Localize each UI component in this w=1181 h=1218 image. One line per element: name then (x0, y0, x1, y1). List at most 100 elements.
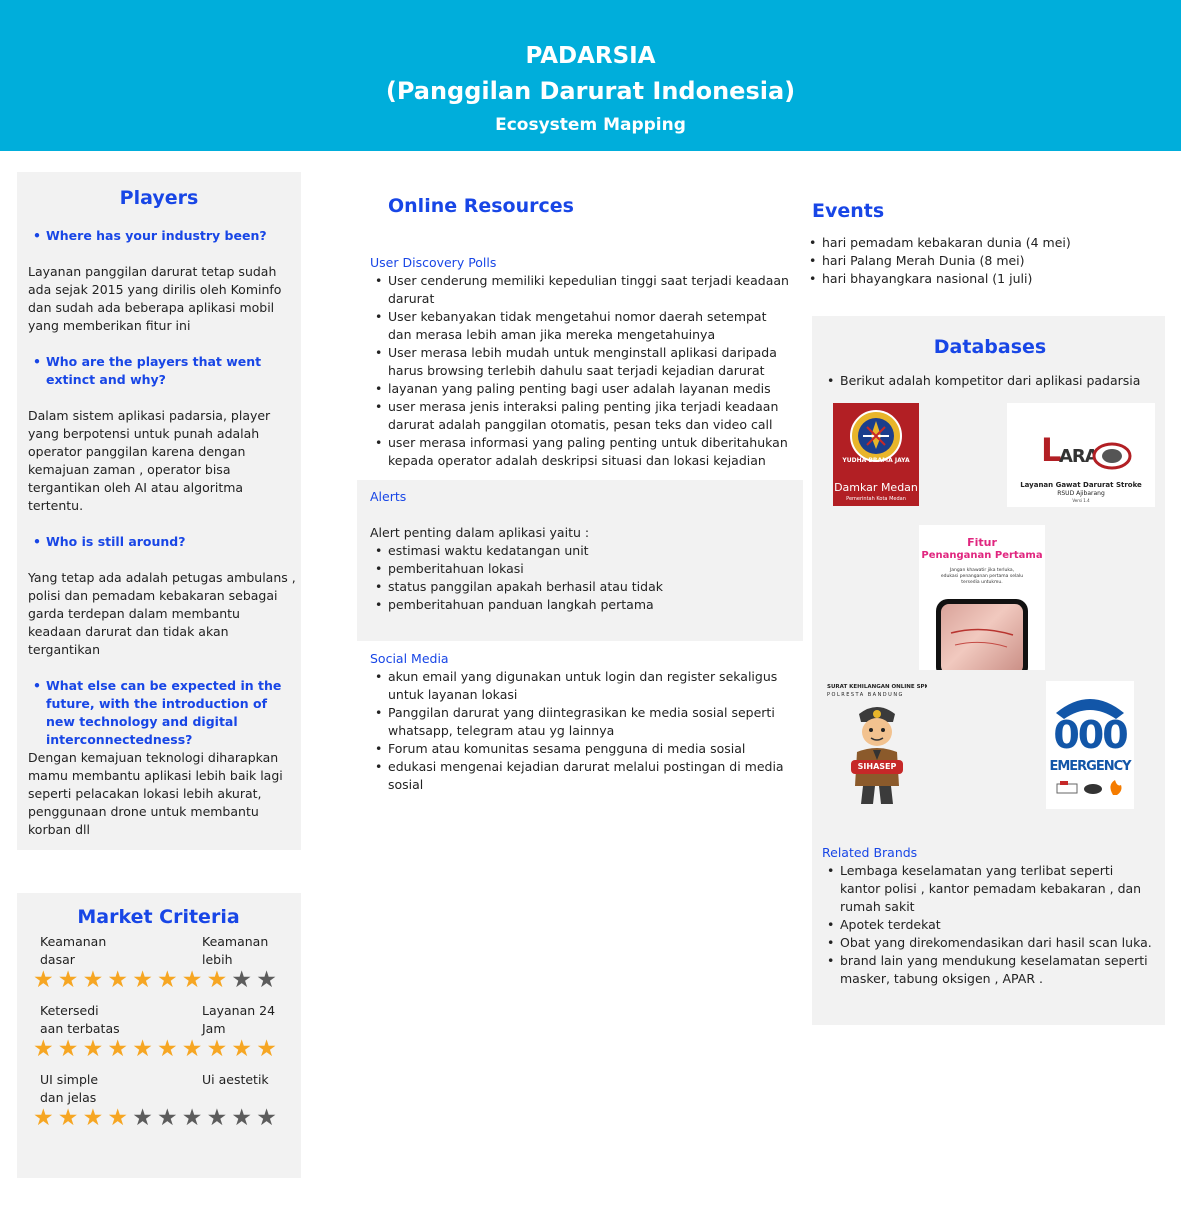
list-item: status panggilan apakah berhasil atau ti… (370, 578, 790, 596)
list-item: edukasi mengenai kejadian darurat melalu… (370, 758, 790, 794)
emergency-vehicles-icon (1056, 780, 1122, 795)
alerts-panel: Alerts Alert penting dalam aplikasi yait… (357, 480, 803, 641)
rating-row-ui: ★ ★ ★ ★ ★ ★ ★ ★ ★ ★ (33, 1107, 283, 1132)
rating-star-icon: ★ (157, 1036, 178, 1062)
sihasep-sub: POLRESTA BANDUNG (827, 692, 904, 698)
list-item: Panggilan darurat yang diintegrasikan ke… (370, 704, 790, 740)
rating-star-icon: ★ (157, 967, 178, 993)
events-list: hari pemadam kebakaran dunia (4 mei) har… (804, 234, 1164, 288)
rating-star-icon: ★ (157, 1105, 178, 1131)
players-title: Players (119, 187, 199, 209)
rating-star-icon: ★ (206, 1105, 228, 1131)
emergency-000-logo: 000 EMERGENCY (1046, 681, 1134, 809)
players-question-4: • What else can be expected in the futur… (33, 678, 282, 747)
list-item: hari bhayangkara nasional (1 juli) (804, 270, 1164, 288)
header-banner: PADARSIA (Panggilan Darurat Indonesia) E… (0, 0, 1181, 151)
social-media-list: akun email yang digunakan untuk login da… (370, 668, 790, 794)
rating-star-icon: ★ (231, 1105, 253, 1131)
players-answer-4: Dengan kemajuan teknologi diharapkan mam… (28, 750, 283, 837)
police-mascot-icon (851, 707, 903, 804)
related-brands-list: Lembaga keselamatan yang terlibat sepert… (822, 862, 1152, 988)
page-caption: Ecosystem Mapping (495, 115, 686, 135)
fitur-title-2: Penanganan Pertama (921, 550, 1043, 561)
rating-star-icon: ★ (57, 967, 79, 993)
sihasep-badge: SIHASEP (857, 762, 897, 771)
players-answer-2: Dalam sistem aplikasi padarsia, player y… (28, 408, 271, 513)
list-item: hari Palang Merah Dunia (8 mei) (804, 252, 1164, 270)
list-item: User kebanyakan tidak mengetahui nomor d… (370, 308, 790, 344)
events-title: Events (812, 200, 885, 222)
rating-star-icon: ★ (132, 1105, 153, 1131)
page-title: PADARSIA (525, 43, 656, 69)
criteria-label-layanan-24-jam: Layanan 24 Jam (202, 1003, 276, 1036)
list-item: Lembaga keselamatan yang terlibat sepert… (822, 862, 1152, 916)
fitur-sub-3: tersedia untukmu. (961, 580, 1003, 585)
rating-star-icon: ★ (82, 967, 104, 993)
alerts-label: Alerts (370, 489, 407, 504)
damkar-medan-logo: YUDHA BRAMA JAYA Damkar Medan Pemerintah… (833, 403, 919, 506)
rating-star-icon: ★ (181, 967, 203, 993)
fitur-penanganan-image: Fitur Penanganan Pertama Jangan khawatir… (919, 525, 1045, 670)
criteria-label-keamanan-dasar: Keamanan dasar (40, 934, 107, 967)
rating-star-icon: ★ (181, 1036, 203, 1062)
emergency-number: 000 (1053, 713, 1128, 757)
criteria-label-ketersediaan: Ketersedi aan terbatas (40, 1003, 120, 1036)
rating-star-icon: ★ (107, 1036, 129, 1062)
rating-star-icon: ★ (33, 1036, 54, 1062)
related-brands-label: Related Brands (822, 845, 918, 860)
list-item: Apotek terdekat (822, 916, 1152, 934)
market-criteria-title: Market Criteria (77, 906, 240, 928)
list-item: User merasa lebih mudah untuk menginstal… (370, 344, 790, 380)
players-answer-3: Yang tetap ada adalah petugas ambulans ,… (28, 570, 296, 657)
polls-list: User cenderung memiliki kepedulian tingg… (370, 272, 790, 470)
criteria-label-keamanan-lebih: Keamanan lebih (202, 934, 269, 967)
alerts-intro: Alert penting dalam aplikasi yaitu : (370, 525, 590, 540)
criteria-label-ui-simple: UI simple dan jelas (40, 1072, 99, 1105)
players-question-1: • Where has your industry been? (33, 228, 267, 243)
brain-icon (1092, 442, 1132, 470)
list-item: layanan yang paling penting bagi user ad… (370, 380, 790, 398)
social-media-label: Social Media (370, 651, 449, 666)
alerts-list: estimasi waktu kedatangan unit pemberita… (370, 542, 790, 614)
list-item: user merasa jenis interaksi paling penti… (370, 398, 790, 434)
list-item: hari pemadam kebakaran dunia (4 mei) (804, 234, 1164, 252)
rating-star-icon: ★ (206, 1036, 228, 1062)
list-item: brand lain yang mendukung keselamatan se… (822, 952, 1152, 988)
list-item: estimasi waktu kedatangan unit (370, 542, 790, 560)
list-item: akun email yang digunakan untuk login da… (370, 668, 790, 704)
list-item: pemberitahuan panduan langkah pertama (370, 596, 790, 614)
rating-star-icon: ★ (181, 1105, 203, 1131)
rating-star-icon: ★ (256, 967, 277, 993)
wound-icon (950, 628, 1014, 648)
laras-logo: L ARAS Layanan Gawat Darurat Stroke RSUD… (1007, 403, 1155, 507)
criteria-label-ui-aestetik: Ui aestetik (202, 1072, 269, 1087)
list-item: User cenderung memiliki kepedulian tingg… (370, 272, 790, 308)
databases-title: Databases (933, 336, 1047, 358)
damkar-name: Damkar Medan (834, 481, 918, 494)
market-criteria-panel: Market Criteria Keamanan dasar Keamanan … (17, 893, 301, 1178)
rating-star-icon: ★ (33, 1105, 54, 1131)
rating-star-icon: ★ (82, 1036, 104, 1062)
fitur-title-1: Fitur (967, 536, 997, 549)
damkar-sub: Pemerintah Kota Medan (846, 496, 906, 502)
players-question-3: • Who is still around? (33, 534, 186, 549)
laras-sub: RSUD Ajibarang (1057, 490, 1105, 497)
rating-star-icon: ★ (57, 1105, 79, 1131)
phone-mockup (936, 599, 1028, 670)
rating-row-ketersediaan: ★ ★ ★ ★ ★ ★ ★ ★ ★ ★ (33, 1038, 283, 1063)
emergency-word: EMERGENCY (1049, 759, 1131, 774)
polls-label: User Discovery Polls (370, 255, 497, 270)
fitur-sub-1: Jangan khawatir jika terluka, (949, 568, 1015, 573)
fitur-sub-2: edukasi penanganan pertama selalu (940, 574, 1024, 579)
rating-star-icon: ★ (33, 967, 54, 993)
players-question-2: • Who are the players that went extinct … (33, 354, 262, 387)
rating-star-icon: ★ (256, 1105, 277, 1131)
list-item: Forum atau komunitas sesama pengguna di … (370, 740, 790, 758)
rating-star-icon: ★ (107, 967, 129, 993)
rating-star-icon: ★ (231, 1036, 253, 1062)
rating-star-icon: ★ (206, 967, 228, 993)
databases-panel: Databases Berikut adalah kompetitor dari… (812, 316, 1165, 1025)
rating-star-icon: ★ (57, 1036, 79, 1062)
laras-ver: Versi 1.4 (1072, 498, 1090, 503)
list-item: pemberitahuan lokasi (370, 560, 790, 578)
